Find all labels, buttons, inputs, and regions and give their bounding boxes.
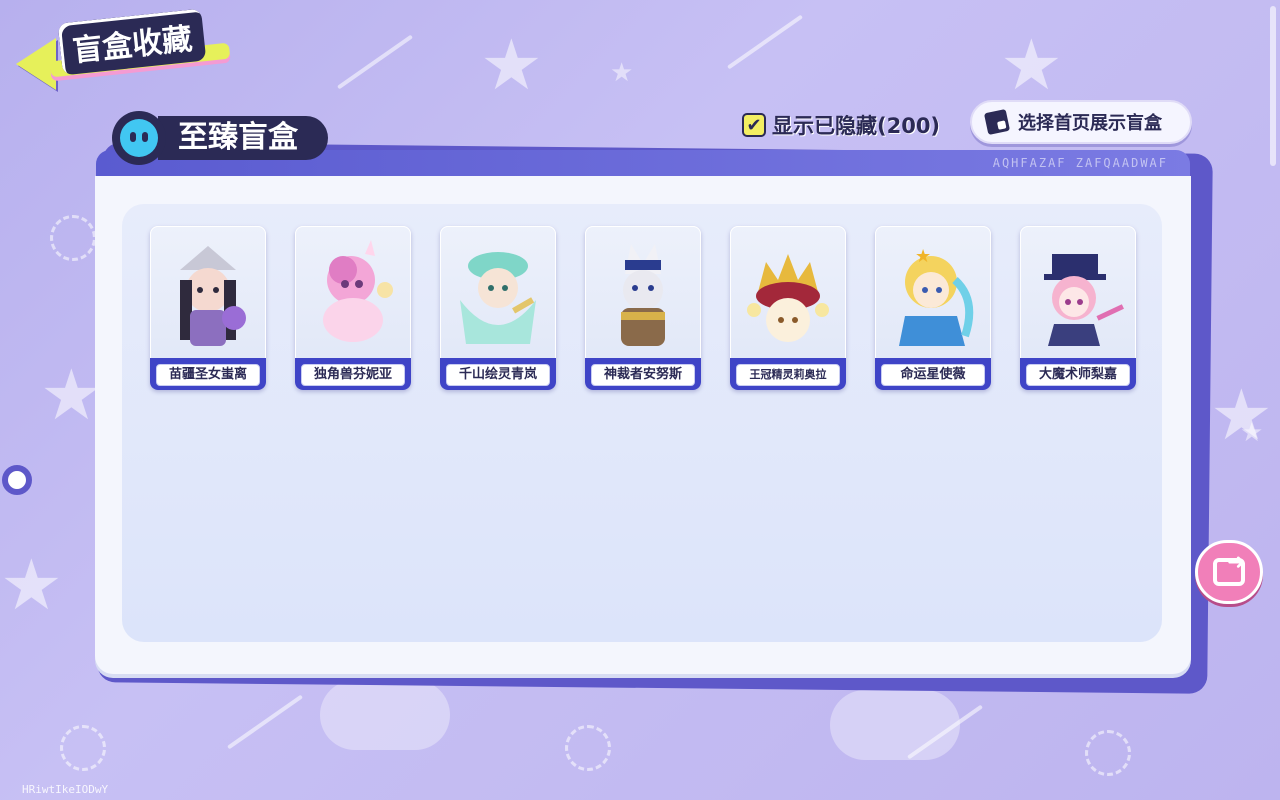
character-anubis-judge-icon <box>621 244 665 346</box>
background-star-icon: ★ <box>1240 418 1264 448</box>
character-star-envoy-icon: ★ <box>899 246 974 346</box>
select-homepage-display-button[interactable]: 选择首页展示盲盒 <box>970 100 1192 144</box>
blind-box-card[interactable]: 独角兽芬妮亚 <box>295 226 411 390</box>
character-unicorn-icon <box>323 240 393 342</box>
blind-box-card[interactable]: 神裁者安努斯 <box>585 226 701 390</box>
background-swirl-icon <box>565 725 611 771</box>
checkmark-icon[interactable]: ✔ <box>742 113 766 137</box>
select-homepage-display-label: 选择首页展示盲盒 <box>1018 113 1162 134</box>
blind-box-card[interactable]: 千山绘灵青岚 <box>440 226 556 390</box>
card-name: 命运星使薇 <box>881 364 985 386</box>
svg-text:★: ★ <box>915 246 931 267</box>
blind-box-icon <box>983 108 1011 136</box>
character-crown-spirit-icon <box>747 254 829 342</box>
collection-panel: 苗疆圣女蚩离 独角兽芬妮亚 千山绘灵青岚 神裁者安努斯 王冠精灵莉奥拉 ★ 命运… <box>95 176 1191 674</box>
panel-decor-text: AQHFAZAF ZAFQAADWAF <box>992 156 1168 170</box>
card-grid: 苗疆圣女蚩离 独角兽芬妮亚 千山绘灵青岚 神裁者安努斯 王冠精灵莉奥拉 ★ 命运… <box>150 226 1136 390</box>
blind-box-card[interactable]: ★ 命运星使薇 <box>875 226 991 390</box>
background-streak <box>906 704 984 760</box>
background-swirl-icon <box>1085 730 1131 776</box>
background-streak <box>226 694 304 750</box>
background-cloud <box>320 680 450 750</box>
section-header: 至臻盲盒 <box>112 110 328 166</box>
blind-box-card[interactable]: 王冠精灵莉奥拉 <box>730 226 846 390</box>
blind-box-card[interactable]: 苗疆圣女蚩离 <box>150 226 266 390</box>
background-star-icon: ★ <box>1000 24 1063 106</box>
back-button[interactable]: 盲盒收藏 <box>10 8 240 90</box>
card-name: 王冠精灵莉奥拉 <box>736 364 840 386</box>
card-name: 千山绘灵青岚 <box>446 364 550 386</box>
show-hidden-label: 显示已隐藏(200) <box>772 114 941 138</box>
background-streak <box>726 14 804 70</box>
card-grid-area: 苗疆圣女蚩离 独角兽芬妮亚 千山绘灵青岚 神裁者安努斯 王冠精灵莉奥拉 ★ 命运… <box>122 204 1162 642</box>
background-streak <box>336 34 414 90</box>
background-star-icon: ★ <box>1210 374 1273 456</box>
blind-box-card[interactable]: 大魔术师梨嘉 <box>1020 226 1136 390</box>
character-magician-icon <box>1044 254 1124 346</box>
user-id: HRiwtIkeIODwY <box>22 783 109 796</box>
background-cloud <box>830 690 960 760</box>
card-name: 大魔术师梨嘉 <box>1026 364 1130 386</box>
background-star-icon: ★ <box>610 58 634 88</box>
background-swirl-icon <box>60 725 106 771</box>
mascot-icon <box>112 111 166 165</box>
card-name: 神裁者安努斯 <box>591 364 695 386</box>
show-hidden-toggle[interactable]: ✔ 显示已隐藏(200) <box>742 110 940 140</box>
background-star-icon: ★ <box>40 354 103 436</box>
page-title: 盲盒收藏 <box>57 8 207 76</box>
card-name: 独角兽芬妮亚 <box>301 364 405 386</box>
drawer-handle[interactable] <box>2 465 32 495</box>
page-scrollbar[interactable] <box>1270 6 1276 166</box>
card-name: 苗疆圣女蚩离 <box>156 364 260 386</box>
section-title: 至臻盲盒 <box>158 116 328 160</box>
share-icon <box>1213 550 1245 586</box>
share-button[interactable] <box>1195 540 1263 604</box>
background-star-icon: ★ <box>480 24 543 106</box>
background-swirl-icon <box>50 215 96 261</box>
character-painter-spirit-icon <box>460 252 536 344</box>
character-mystic-priestess-icon <box>180 246 246 346</box>
background-star-icon: ★ <box>0 544 63 626</box>
